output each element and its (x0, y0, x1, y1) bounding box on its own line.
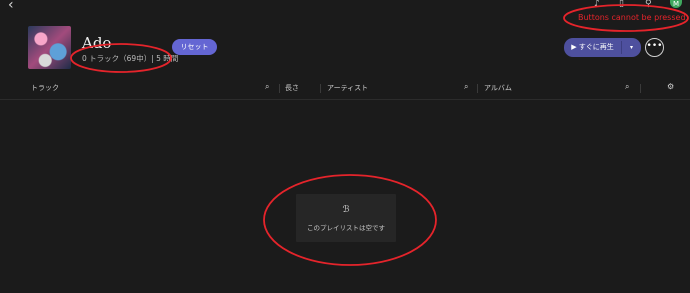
column-divider[interactable] (640, 84, 641, 93)
column-divider[interactable] (279, 84, 280, 93)
play-button-group: ▶ すぐに再生 ▾ (564, 38, 641, 57)
search-icon[interactable]: ⌕ (625, 82, 629, 92)
play-now-button[interactable]: ▶ すぐに再生 (564, 38, 621, 57)
people-icon[interactable]: ▯ (619, 0, 624, 9)
column-header-track[interactable]: トラック (31, 83, 59, 93)
chevron-down-icon[interactable]: ▾ (622, 38, 641, 57)
annotation-text: Buttons cannot be pressed. (578, 13, 689, 22)
search-icon[interactable]: ⌕ (265, 82, 269, 92)
column-header-length[interactable]: 長さ (285, 83, 299, 93)
column-header-album[interactable]: アルバム (484, 83, 512, 93)
gear-icon[interactable]: ⚙ (667, 82, 674, 91)
column-divider[interactable] (477, 84, 478, 93)
top-bar: ‹ ♪ ▯ ⚲ M (0, 0, 690, 14)
header-divider (0, 99, 690, 100)
empty-playlist-icon: ℬ (342, 205, 350, 215)
column-divider[interactable] (320, 84, 321, 93)
empty-state: ℬ このプレイリストは空です (296, 194, 396, 242)
playlist-cover-image (28, 26, 71, 69)
playlist-title: Ado (82, 34, 112, 52)
avatar[interactable]: M (670, 0, 682, 8)
more-options-button[interactable]: ••• (645, 38, 664, 57)
search-icon[interactable]: ⌕ (464, 82, 468, 92)
column-header-artist[interactable]: アーティスト (327, 83, 368, 93)
empty-state-text: このプレイリストは空です (307, 224, 385, 232)
playlist-meta: 0 トラック（69中）| 5 時間 (82, 54, 179, 63)
reset-button[interactable]: リセット (172, 39, 217, 55)
back-arrow-icon[interactable]: ‹ (8, 0, 14, 12)
bell-icon[interactable]: ♪ (594, 0, 600, 9)
person-icon[interactable]: ⚲ (645, 0, 652, 9)
